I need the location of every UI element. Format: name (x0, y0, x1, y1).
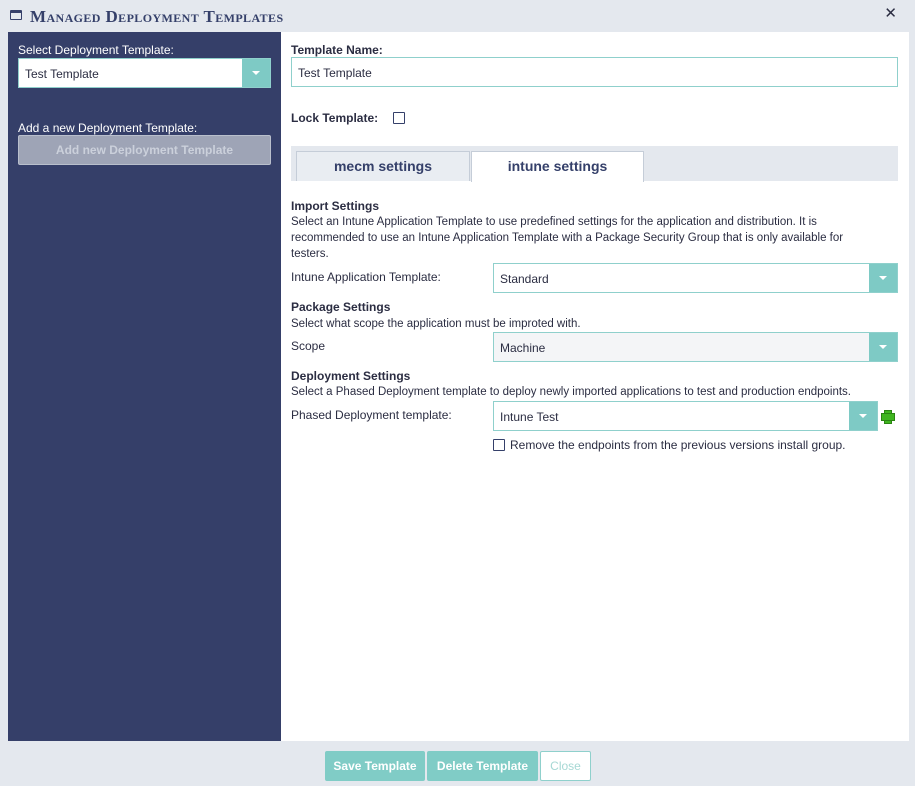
phased-deployment-value: Intune Test (500, 410, 559, 424)
settings-tabs: mecm settings intune settings (291, 146, 898, 182)
lock-template-label: Lock Template: (291, 111, 379, 125)
import-settings-title: Import Settings (291, 199, 380, 213)
intune-app-template-select[interactable]: Standard (493, 263, 898, 293)
import-settings-description-3: testers. (291, 248, 329, 260)
add-template-label: Add a new Deployment Template: (18, 121, 198, 135)
package-settings-title: Package Settings (291, 300, 391, 314)
sidebar: Select Deployment Template: Test Templat… (8, 32, 281, 741)
phased-deployment-label: Phased Deployment template: (291, 408, 452, 422)
add-template-button[interactable]: Add new Deployment Template (18, 135, 271, 165)
main-panel: Template Name: Test Template Lock Templa… (281, 32, 909, 741)
intune-app-template-label: Intune Application Template: (291, 270, 441, 284)
remove-endpoints-label: Remove the endpoints from the previous v… (510, 438, 846, 452)
scope-value: Machine (500, 341, 546, 355)
deployment-settings-title: Deployment Settings (291, 369, 411, 383)
close-button[interactable]: Close (540, 751, 591, 781)
import-settings-description-1: Select an Intune Application Template to… (291, 216, 817, 228)
deployment-settings-description: Select a Phased Deployment template to d… (291, 386, 852, 398)
lock-template-checkbox[interactable] (393, 112, 405, 124)
template-name-input[interactable]: Test Template (291, 57, 898, 87)
scope-select[interactable]: Machine (493, 332, 898, 362)
chevron-down-icon[interactable] (869, 264, 897, 292)
intune-app-template-value: Standard (500, 272, 549, 286)
scope-label: Scope (291, 339, 326, 353)
package-settings-description: Select what scope the application must b… (291, 318, 581, 330)
tab-mecm-settings[interactable]: mecm settings (296, 151, 470, 181)
tab-intune-settings[interactable]: intune settings (471, 151, 644, 182)
chevron-down-icon[interactable] (869, 333, 897, 361)
window-title: Managed Deployment Templates (30, 7, 284, 26)
chevron-down-icon[interactable] (242, 59, 270, 87)
template-select-value: Test Template (25, 67, 99, 81)
import-settings-description-2: recommended to use an Intune Application… (291, 232, 844, 244)
delete-template-button[interactable]: Delete Template (427, 751, 538, 781)
title-bar: Managed Deployment Templates ✕ (0, 0, 915, 32)
close-icon[interactable]: ✕ (884, 6, 897, 22)
phased-deployment-select[interactable]: Intune Test (493, 401, 878, 431)
window-icon (10, 10, 22, 20)
save-template-button[interactable]: Save Template (325, 751, 425, 781)
chevron-down-icon[interactable] (849, 402, 877, 430)
select-template-label: Select Deployment Template: (18, 43, 174, 57)
template-select[interactable]: Test Template (18, 58, 271, 88)
remove-endpoints-checkbox[interactable] (493, 439, 505, 451)
add-plus-icon[interactable] (881, 410, 895, 424)
footer-bar: Save Template Delete Template Close (0, 741, 915, 786)
template-name-label: Template Name: (291, 43, 383, 57)
